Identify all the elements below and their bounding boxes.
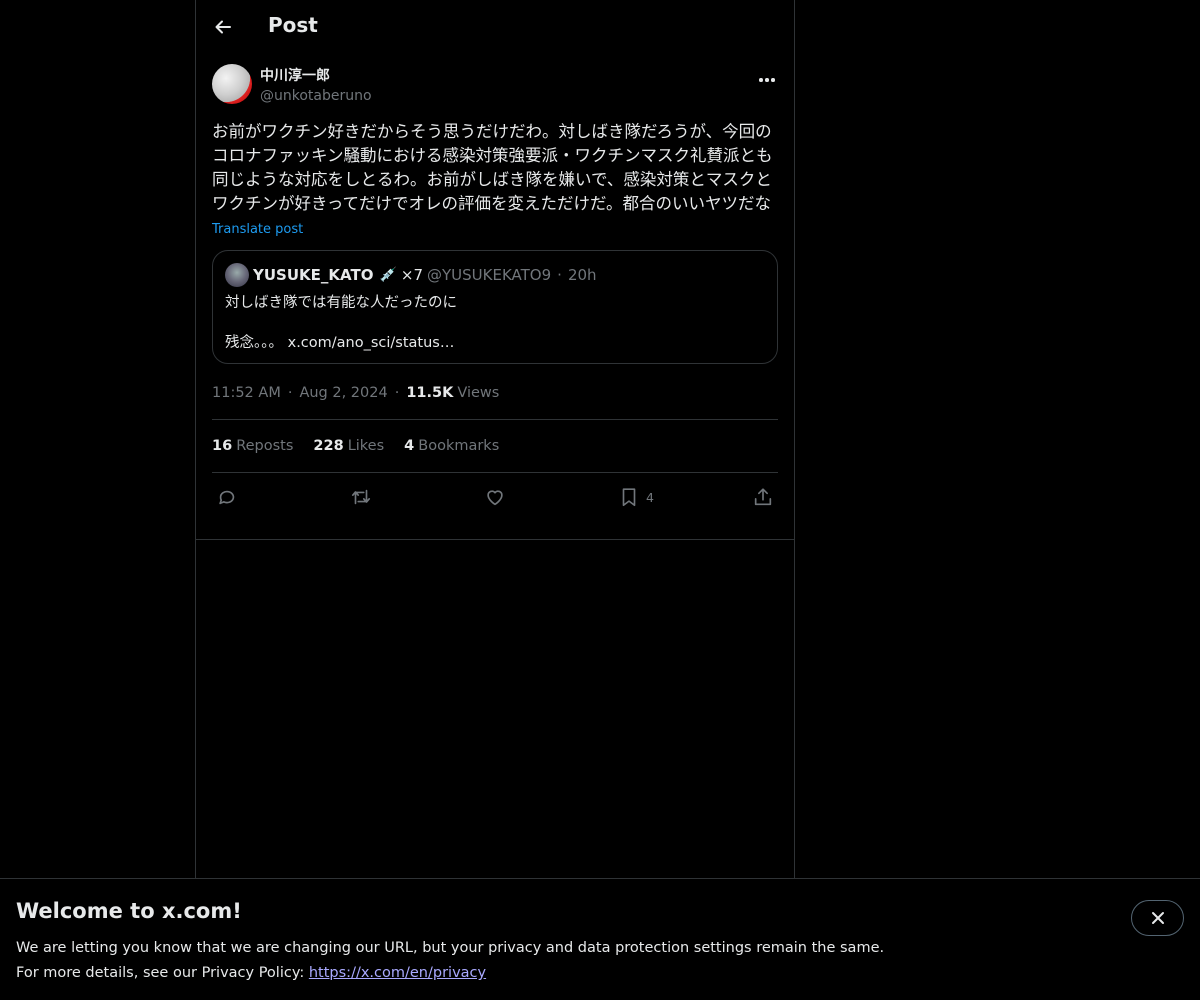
action-bar: 4: [212, 473, 778, 520]
reposts-label: Reposts: [236, 438, 294, 454]
divider: [196, 539, 794, 540]
banner-line-2-prefix: For more details, see our Privacy Policy…: [16, 965, 309, 981]
avatar[interactable]: [212, 64, 252, 104]
post-time[interactable]: 11:52 AM: [212, 383, 281, 403]
quoted-avatar: [225, 263, 249, 287]
banner-line-2: For more details, see our Privacy Policy…: [16, 961, 884, 986]
like-button[interactable]: [484, 485, 506, 509]
reply-button[interactable]: [216, 485, 238, 509]
views-label: Views: [457, 385, 500, 401]
post: 中川淳一郎 @unkotaberuno お前がワクチン好きだからそう思うだけだわ…: [212, 64, 778, 520]
quoted-handle: @YUSUKEKATO9: [427, 266, 552, 284]
repost-button[interactable]: [350, 485, 372, 509]
likes-count: 228: [313, 438, 344, 454]
quoted-post[interactable]: YUSUKE_KATO 💉 ×7 @YUSUKEKATO9 · 20h 対しばき…: [212, 250, 778, 364]
quoted-text: 対しばき隊では有能な人だったのに 残念。。。 x.com/ano_sci/sta…: [225, 295, 457, 351]
separator-dot: ·: [287, 385, 293, 401]
display-name[interactable]: 中川淳一郎: [260, 66, 372, 86]
header: Post: [196, 0, 794, 55]
syringe-emoji: 💉: [379, 267, 397, 283]
likes-stat[interactable]: 228 Likes: [313, 438, 384, 454]
banner-title: Welcome to x.com!: [16, 899, 242, 923]
back-arrow-icon: [215, 20, 231, 34]
post-date[interactable]: Aug 2, 2024: [299, 383, 387, 403]
banner-line-1: We are letting you know that we are chan…: [16, 940, 885, 956]
translate-post-link[interactable]: Translate post: [212, 220, 778, 240]
bookmark-icon: [622, 488, 636, 507]
primary-column: Post 中川淳一郎 @unkotaberuno お前がワクチン好きだからそう思…: [195, 0, 795, 880]
url-change-banner: Welcome to x.com! We are letting you kno…: [0, 878, 1200, 1000]
bookmark-button[interactable]: 4: [618, 485, 654, 509]
separator-dot: ·: [394, 385, 400, 401]
more-button[interactable]: [756, 70, 778, 90]
bookmark-count: 4: [646, 489, 654, 505]
more-icon: [759, 78, 775, 82]
bookmarks-count: 4: [404, 438, 415, 454]
bookmarks-label: Bookmarks: [418, 438, 500, 454]
reply-icon: [219, 490, 235, 505]
repost-icon: [351, 489, 371, 505]
privacy-policy-link[interactable]: https://x.com/en/privacy: [309, 965, 486, 981]
close-banner-button[interactable]: [1131, 900, 1184, 936]
quoted-post-header: YUSUKE_KATO 💉 ×7 @YUSUKEKATO9 · 20h: [225, 261, 765, 289]
close-icon: [1151, 912, 1164, 924]
separator-dot: ·: [557, 266, 562, 284]
quoted-display-name: YUSUKE_KATO: [253, 266, 374, 284]
views-count: 11.5K: [406, 385, 454, 401]
banner-text: We are letting you know that we are chan…: [16, 936, 884, 986]
reposts-count: 16: [212, 438, 233, 454]
page-title: Post: [268, 13, 318, 37]
author-names: 中川淳一郎 @unkotaberuno: [260, 66, 372, 106]
reposts-stat[interactable]: 16 Reposts: [212, 438, 293, 454]
likes-label: Likes: [347, 438, 385, 454]
share-button[interactable]: [752, 485, 774, 509]
post-text: お前がワクチン好きだからそう思うだけだわ。対しばき隊だろうが、今回のコロナファッ…: [212, 122, 773, 213]
post-author: 中川淳一郎 @unkotaberuno: [212, 64, 778, 108]
share-icon: [754, 488, 772, 506]
like-icon: [487, 490, 503, 506]
post-stats: 16 Reposts 228 Likes 4 Bookmarks: [212, 420, 778, 472]
user-handle[interactable]: @unkotaberuno: [260, 86, 372, 106]
bookmarks-stat[interactable]: 4 Bookmarks: [404, 438, 499, 454]
post-meta: 11:52 AM · Aug 2, 2024 · 11.5K Views: [212, 383, 778, 403]
quoted-time: 20h: [567, 266, 597, 284]
quoted-count: ×7: [400, 266, 424, 284]
back-button[interactable]: [212, 14, 234, 40]
